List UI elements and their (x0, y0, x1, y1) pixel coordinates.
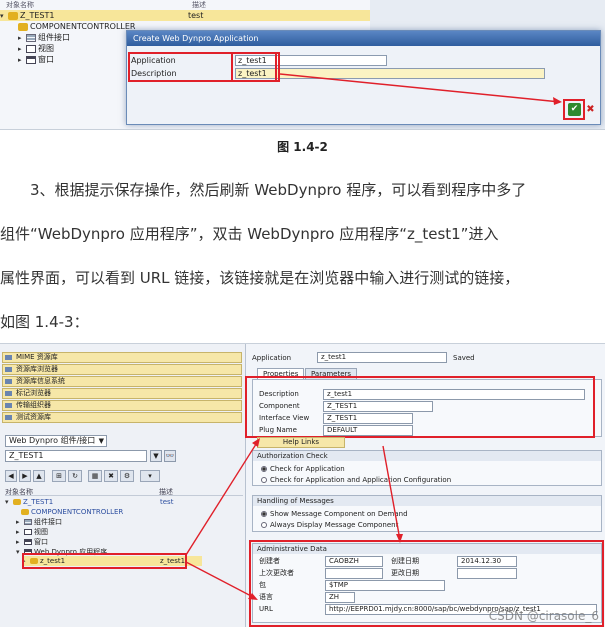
auth-option-label: Check for Application and Application Co… (270, 476, 452, 484)
paragraph-line-3: 属性界面，可以看到 URL 链接，该链接就是在浏览器中输入进行测试的链接， (0, 269, 520, 287)
csdn-watermark: CSDN @cirasole_6 (488, 609, 599, 623)
close-icon: ✖ (108, 472, 114, 480)
application-editor: Application z_test1 Saved Properties Par… (245, 344, 605, 627)
tree-label: Z_TEST1 (23, 498, 54, 506)
view-icon (24, 529, 32, 535)
msg-option-always[interactable]: Always Display Message Component (261, 520, 398, 530)
gear-icon: ⚙ (123, 472, 131, 480)
arrow-left-icon: ◀ (8, 472, 14, 480)
refresh-button[interactable]: ↻ (68, 470, 82, 482)
window-icon (24, 539, 32, 545)
nav-transport-organizer[interactable]: 传输组织器 (2, 400, 242, 411)
expand-icon[interactable]: ▸ (16, 527, 24, 537)
nav-tag-browser[interactable]: 标记浏览器 (2, 388, 242, 399)
tree-row-z-test1[interactable]: ▾ Z_TEST1 test (5, 497, 173, 507)
auth-option-app[interactable]: Check for Application (261, 464, 345, 474)
tree-header: 对象名称 描述 (5, 487, 243, 496)
msg-option-label: Show Message Component on Demand (270, 510, 408, 518)
tree-row-views[interactable]: ▸ 视图 (16, 527, 48, 537)
application-label: Application (252, 354, 292, 362)
highlight-box-properties (245, 376, 595, 438)
object-type-value: Web Dynpro 组件/接口 (9, 436, 96, 445)
object-navigator-panel: MIME 资源库 资源库浏览器 资源库信息系统 标记浏览器 传输组织器 测试资源… (0, 344, 246, 627)
application-field[interactable]: z_test1 (317, 352, 447, 363)
up-button[interactable]: ▲ (33, 470, 45, 482)
dropdown-button[interactable]: ▼ (150, 450, 162, 462)
tree-desc: test (160, 498, 174, 506)
tree-label: 视图 (34, 528, 48, 536)
glasses-icon: 👓 (165, 452, 175, 460)
hierarchy-icon: ⊞ (56, 472, 62, 480)
tree-label: COMPONENTCONTROLLER (31, 508, 124, 516)
grid-icon: ▦ (91, 472, 99, 480)
expand-icon[interactable]: ▸ (16, 517, 24, 527)
object-name-input[interactable]: Z_TEST1 (5, 450, 147, 462)
tree-row-component-interface[interactable]: ▸ 组件接口 (16, 517, 62, 527)
auth-option-app-config[interactable]: Check for Application and Application Co… (261, 475, 451, 485)
back-button[interactable]: ◀ (5, 470, 17, 482)
paragraph-line-2: 组件“WebDynpro 应用程序”，双击 WebDynpro 应用程序“z_t… (0, 225, 499, 243)
tree-row-windows[interactable]: ▸ 窗口 (16, 537, 48, 547)
auth-option-label: Check for Application (270, 465, 345, 473)
radio-icon (261, 522, 267, 528)
tree-label: 组件接口 (34, 518, 62, 526)
paragraph-line-4: 如图 1.4-3： (0, 313, 89, 331)
nav-mime-repository[interactable]: MIME 资源库 (2, 352, 242, 363)
msg-option-on-demand[interactable]: Show Message Component on Demand (261, 509, 408, 519)
expand-icon[interactable]: ▸ (16, 537, 24, 547)
nav-repository-info-system[interactable]: 资源库信息系统 (2, 376, 242, 387)
arrow-right-icon: ▶ (22, 472, 28, 480)
body-paragraph: 3、根据提示保存操作，然后刷新 WebDynpro 程序，可以看到程序中多了 组… (0, 168, 605, 344)
tree-header-name: 对象名称 (5, 488, 33, 496)
component-icon (13, 499, 21, 505)
message-handling-group: Handling of Messages Show Message Compon… (252, 495, 602, 532)
tree-row-componentcontroller[interactable]: COMPONENTCONTROLLER (21, 507, 123, 517)
controller-icon (21, 509, 29, 515)
layout-button[interactable]: ▦ (88, 470, 102, 482)
more-button[interactable]: ▾ (140, 470, 160, 482)
settings-button[interactable]: ⚙ (120, 470, 134, 482)
screenshot-application-properties: MIME 资源库 资源库浏览器 资源库信息系统 标记浏览器 传输组织器 测试资源… (0, 343, 605, 627)
hierarchy-button[interactable]: ⊞ (52, 470, 66, 482)
chevron-down-icon: ▼ (153, 452, 159, 460)
figure-caption-1-4-2: 图 1.4-2 (277, 140, 328, 154)
radio-selected-icon (261, 511, 267, 517)
help-links-button[interactable]: Help Links (257, 437, 345, 448)
close-tree-button[interactable]: ✖ (104, 470, 118, 482)
paragraph-line-1: 3、根据提示保存操作，然后刷新 WebDynpro 程序，可以看到程序中多了 (30, 181, 527, 199)
authorization-check-title: Authorization Check (253, 451, 601, 461)
expand-icon[interactable]: ▾ (5, 497, 13, 507)
nav-test-repository[interactable]: 测试资源库 (2, 412, 242, 423)
interface-icon (24, 519, 32, 525)
radio-selected-icon (261, 466, 267, 472)
forward-button[interactable]: ▶ (19, 470, 31, 482)
chevron-down-icon: ▾ (148, 472, 152, 480)
refresh-icon: ↻ (72, 472, 78, 480)
message-handling-title: Handling of Messages (253, 496, 601, 506)
object-type-select[interactable]: Web Dynpro 组件/接口 ▼ (5, 435, 107, 447)
authorization-check-group: Authorization Check Check for Applicatio… (252, 450, 602, 486)
tree-header-desc: 描述 (159, 488, 173, 496)
annotation-arrow-1 (279, 73, 562, 105)
display-button[interactable]: 👓 (164, 450, 176, 462)
screenshot-create-application: 对象名称 描述 ▾ Z_TEST1 test COMPONENTCONTROLLE… (0, 0, 605, 130)
arrow-up-icon: ▲ (36, 472, 42, 480)
chevron-down-icon: ▼ (98, 437, 104, 445)
msg-option-label: Always Display Message Component (270, 521, 399, 529)
nav-repository-browser[interactable]: 资源库浏览器 (2, 364, 242, 375)
status-text: Saved (453, 354, 475, 362)
tree-label: 窗口 (34, 538, 48, 546)
radio-icon (261, 477, 267, 483)
highlight-box-application (22, 553, 187, 569)
